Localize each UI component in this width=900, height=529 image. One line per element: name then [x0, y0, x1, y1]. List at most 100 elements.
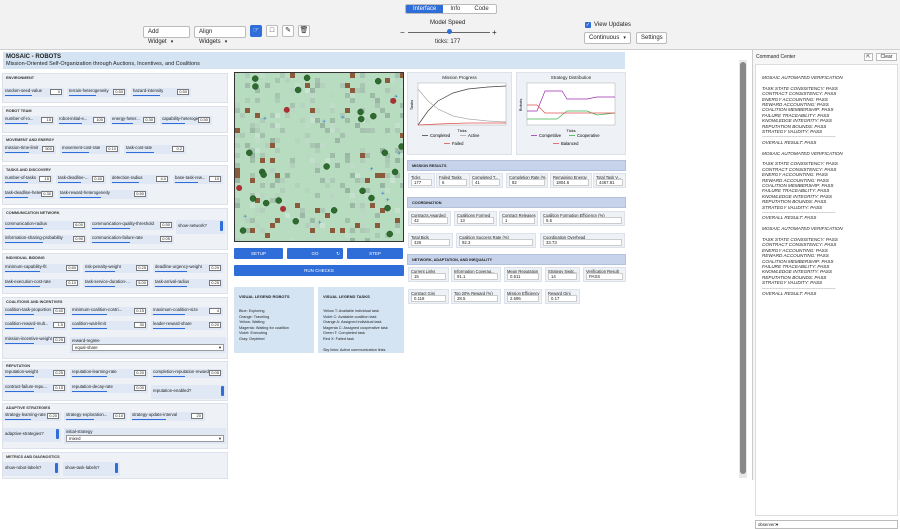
slider-value[interactable]: 0.2 — [172, 145, 184, 152]
parameter-slider[interactable]: information-sharing-probability 0.90 — [3, 235, 87, 244]
parameter-slider[interactable]: mission-incentive-weight 0.25 — [3, 336, 67, 345]
parameter-slider[interactable]: task-deadline-... 0.40 — [56, 175, 106, 184]
slider-track[interactable] — [5, 327, 34, 329]
slider-value[interactable]: 30 — [134, 321, 146, 328]
slider-value[interactable]: 0.25 — [209, 279, 221, 286]
parameter-switch[interactable]: show-robot-labels? — [3, 462, 60, 476]
toggle-icon[interactable] — [220, 221, 223, 231]
parameter-slider[interactable]: reputation-weight 0.25 — [3, 369, 67, 378]
tab-info[interactable]: Info — [443, 5, 467, 13]
parameter-slider[interactable]: detection-radius 4.0 — [110, 175, 170, 184]
slider-value[interactable]: 0.50 — [177, 88, 189, 95]
slider-value[interactable]: 0.25 — [136, 264, 148, 271]
parameter-slider[interactable]: number-of-ro... 15 — [3, 116, 55, 125]
speed-decrease-button[interactable]: − — [400, 28, 405, 37]
slider-track[interactable] — [5, 241, 43, 243]
slider-track[interactable] — [92, 227, 130, 229]
slider-track[interactable] — [153, 327, 186, 329]
slider-value[interactable]: 0.20 — [47, 412, 59, 419]
slider-value[interactable]: 4 — [209, 307, 221, 314]
parameter-slider[interactable]: base-task-rew... 10 — [173, 175, 223, 184]
slider-track[interactable] — [5, 227, 43, 229]
slider-track[interactable] — [5, 390, 34, 392]
parameter-slider[interactable]: leader-reward-share 0.20 — [151, 321, 223, 330]
slider-value[interactable]: 5.00 — [136, 279, 148, 286]
slider-track[interactable] — [72, 390, 108, 392]
parameter-slider[interactable]: deadline-urgency-weight 0.20 — [153, 264, 223, 273]
slider-value[interactable]: 0.05 — [160, 235, 172, 242]
slider-track[interactable] — [5, 313, 34, 315]
toggle-icon[interactable] — [115, 463, 118, 473]
parameter-switch[interactable]: show-task-labels? — [63, 462, 120, 476]
parameter-slider[interactable]: contract-failure-repu... 0.15 — [3, 384, 67, 393]
slider-track[interactable] — [153, 375, 186, 377]
slider-value[interactable]: 1.5 — [53, 321, 65, 328]
slider-value[interactable]: 0.10 — [66, 279, 78, 286]
slider-value[interactable]: 0.60 — [66, 264, 78, 271]
parameter-slider[interactable]: task-cost-rate 0.2 — [124, 145, 186, 154]
slider-track[interactable] — [126, 151, 154, 153]
speed-slider-knob[interactable] — [446, 29, 452, 34]
slider-track[interactable] — [162, 122, 186, 124]
run-checks-button[interactable]: RUN CHECKS — [234, 265, 404, 276]
parameter-slider[interactable]: robot-initial-e... 100 — [57, 116, 107, 125]
tab-code[interactable]: Code — [467, 5, 495, 13]
scrollbar-thumb[interactable] — [740, 62, 746, 474]
parameter-slider[interactable]: task-deadline-heterog... 0.30 — [3, 190, 55, 199]
parameter-slider[interactable]: strategy-exploration... 0.10 — [64, 412, 127, 421]
align-widgets-dropdown[interactable]: Align Widgets ▾ — [194, 26, 246, 45]
parameter-slider[interactable]: random-seed-value 0 — [3, 88, 64, 97]
slider-value[interactable]: 10 — [209, 175, 221, 182]
slider-value[interactable]: 0.10 — [106, 145, 118, 152]
parameter-slider[interactable]: maximum-coalition-size 4 — [151, 307, 223, 316]
observer-input[interactable]: observer> ▾ — [755, 520, 898, 529]
parameter-slider[interactable]: completion-reputation-reward 0.05 — [151, 369, 223, 378]
slider-track[interactable] — [5, 181, 28, 183]
parameter-slider[interactable]: number-of-tasks 15 — [3, 175, 53, 184]
slider-track[interactable] — [5, 342, 34, 344]
slider-track[interactable] — [112, 122, 134, 124]
parameter-slider[interactable]: coalition-task-proportion 0.40 — [3, 307, 67, 316]
toggle-icon[interactable] — [56, 429, 59, 439]
slider-value[interactable]: 0.20 — [209, 321, 221, 328]
parameter-slider[interactable]: reputation-decay-rate 0.00 — [70, 384, 148, 393]
slider-value[interactable]: 0.40 — [92, 175, 104, 182]
slider-value[interactable]: 0.20 — [134, 369, 146, 376]
slider-value[interactable]: 0.00 — [134, 384, 146, 391]
slider-track[interactable] — [58, 181, 81, 183]
slider-track[interactable] — [5, 285, 40, 287]
delete-tool-button[interactable]: 🗑 — [298, 25, 310, 37]
slider-track[interactable] — [85, 285, 116, 287]
slider-value[interactable]: 0.20 — [209, 264, 221, 271]
interface-scrollbar[interactable] — [739, 60, 747, 478]
slider-track[interactable] — [5, 375, 34, 377]
slider-value[interactable]: 0.50 — [160, 221, 172, 228]
clear-button[interactable]: Clear — [876, 53, 897, 61]
parameter-slider[interactable]: minimum-capability-fit 0.60 — [3, 264, 80, 273]
slider-value[interactable]: 0.05 — [209, 369, 221, 376]
parameter-slider[interactable]: hazard-intensity 0.50 — [131, 88, 191, 97]
parameter-slider[interactable]: task-execution-cost-rate 0.10 — [3, 279, 80, 288]
slider-value[interactable]: 15 — [41, 116, 53, 123]
slider-track[interactable] — [175, 181, 198, 183]
slider-track[interactable] — [92, 241, 130, 243]
select-tool-button[interactable]: □ — [266, 25, 278, 37]
parameter-chooser[interactable]: reward-regime equal-share ▾ — [70, 337, 226, 353]
slider-track[interactable] — [5, 270, 40, 272]
slider-value[interactable]: 0 — [50, 88, 62, 95]
slider-value[interactable]: 500 — [42, 145, 54, 152]
slider-value[interactable]: 0.15 — [53, 384, 65, 391]
slider-value[interactable]: 20 — [191, 412, 203, 419]
slider-track[interactable] — [5, 418, 32, 420]
slider-track[interactable] — [60, 196, 101, 198]
view-updates-checkbox[interactable]: ✓ — [585, 22, 591, 28]
edit-tool-button[interactable]: ✎ — [282, 25, 294, 37]
slider-track[interactable] — [66, 418, 95, 420]
popout-icon[interactable]: ⇱ — [864, 53, 873, 61]
parameter-slider[interactable]: task-arrival-radius 0.25 — [153, 279, 223, 288]
slider-track[interactable] — [62, 151, 89, 153]
parameter-slider[interactable]: minimum-coalition-contri... 0.15 — [70, 307, 148, 316]
update-mode-dropdown[interactable]: Continuous ▾ — [584, 32, 631, 44]
parameter-switch[interactable]: show-network? — [176, 220, 225, 234]
toggle-icon[interactable] — [55, 463, 58, 473]
